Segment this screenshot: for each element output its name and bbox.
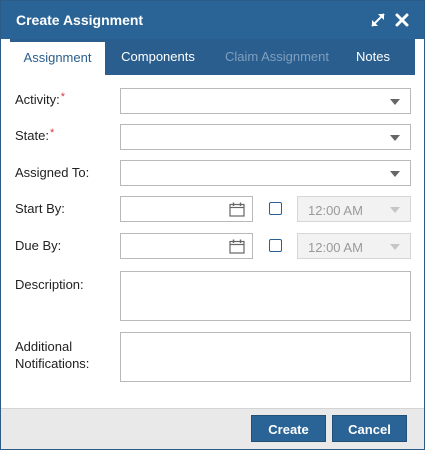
start-by-date-input[interactable] <box>120 196 253 222</box>
dialog-title: Create Assignment <box>16 12 144 28</box>
chevron-down-icon <box>390 171 400 177</box>
start-by-time-select: 12:00 AM <box>297 196 411 222</box>
maximize-icon[interactable] <box>369 11 387 29</box>
start-by-time-checkbox[interactable] <box>269 202 282 215</box>
description-textarea[interactable] <box>120 271 411 321</box>
tab-bar: Assignment Components Claim Assignment N… <box>10 39 415 75</box>
tab-components[interactable]: Components <box>107 39 209 75</box>
close-icon[interactable] <box>393 11 411 29</box>
assigned-to-select[interactable] <box>120 160 411 186</box>
required-marker: * <box>49 127 55 139</box>
due-by-time-checkbox[interactable] <box>269 239 282 252</box>
calendar-icon[interactable] <box>229 202 245 217</box>
additional-notifications-label: Additional Notifications: <box>15 339 90 371</box>
chevron-down-icon <box>390 207 400 213</box>
due-by-time-select: 12:00 AM <box>297 233 411 259</box>
activity-label: Activity:* <box>15 91 66 107</box>
description-label: Description: <box>15 277 84 292</box>
chevron-down-icon <box>390 244 400 250</box>
tab-notes[interactable]: Notes <box>344 39 402 75</box>
create-assignment-dialog: Create Assignment Assignment Components … <box>0 0 425 450</box>
tab-claim-assignment: Claim Assignment <box>224 49 330 64</box>
dialog-titlebar: Create Assignment <box>1 1 424 39</box>
assigned-to-label: Assigned To: <box>15 165 90 180</box>
dialog-footer: Create Cancel <box>1 408 424 449</box>
start-by-label: Start By: <box>15 201 65 216</box>
create-button[interactable]: Create <box>251 415 326 442</box>
state-label: State:* <box>15 127 55 143</box>
chevron-down-icon <box>390 99 400 105</box>
activity-select[interactable] <box>120 88 411 114</box>
additional-notifications-textarea[interactable] <box>120 332 411 382</box>
cancel-button[interactable]: Cancel <box>332 415 407 442</box>
required-marker: * <box>60 91 66 103</box>
state-select[interactable] <box>120 124 411 150</box>
tab-assignment[interactable]: Assignment <box>10 39 105 75</box>
due-by-label: Due By: <box>15 238 62 253</box>
due-by-time-value: 12:00 AM <box>308 240 363 255</box>
calendar-icon[interactable] <box>229 239 245 254</box>
chevron-down-icon <box>390 135 400 141</box>
due-by-date-input[interactable] <box>120 233 253 259</box>
start-by-time-value: 12:00 AM <box>308 203 363 218</box>
